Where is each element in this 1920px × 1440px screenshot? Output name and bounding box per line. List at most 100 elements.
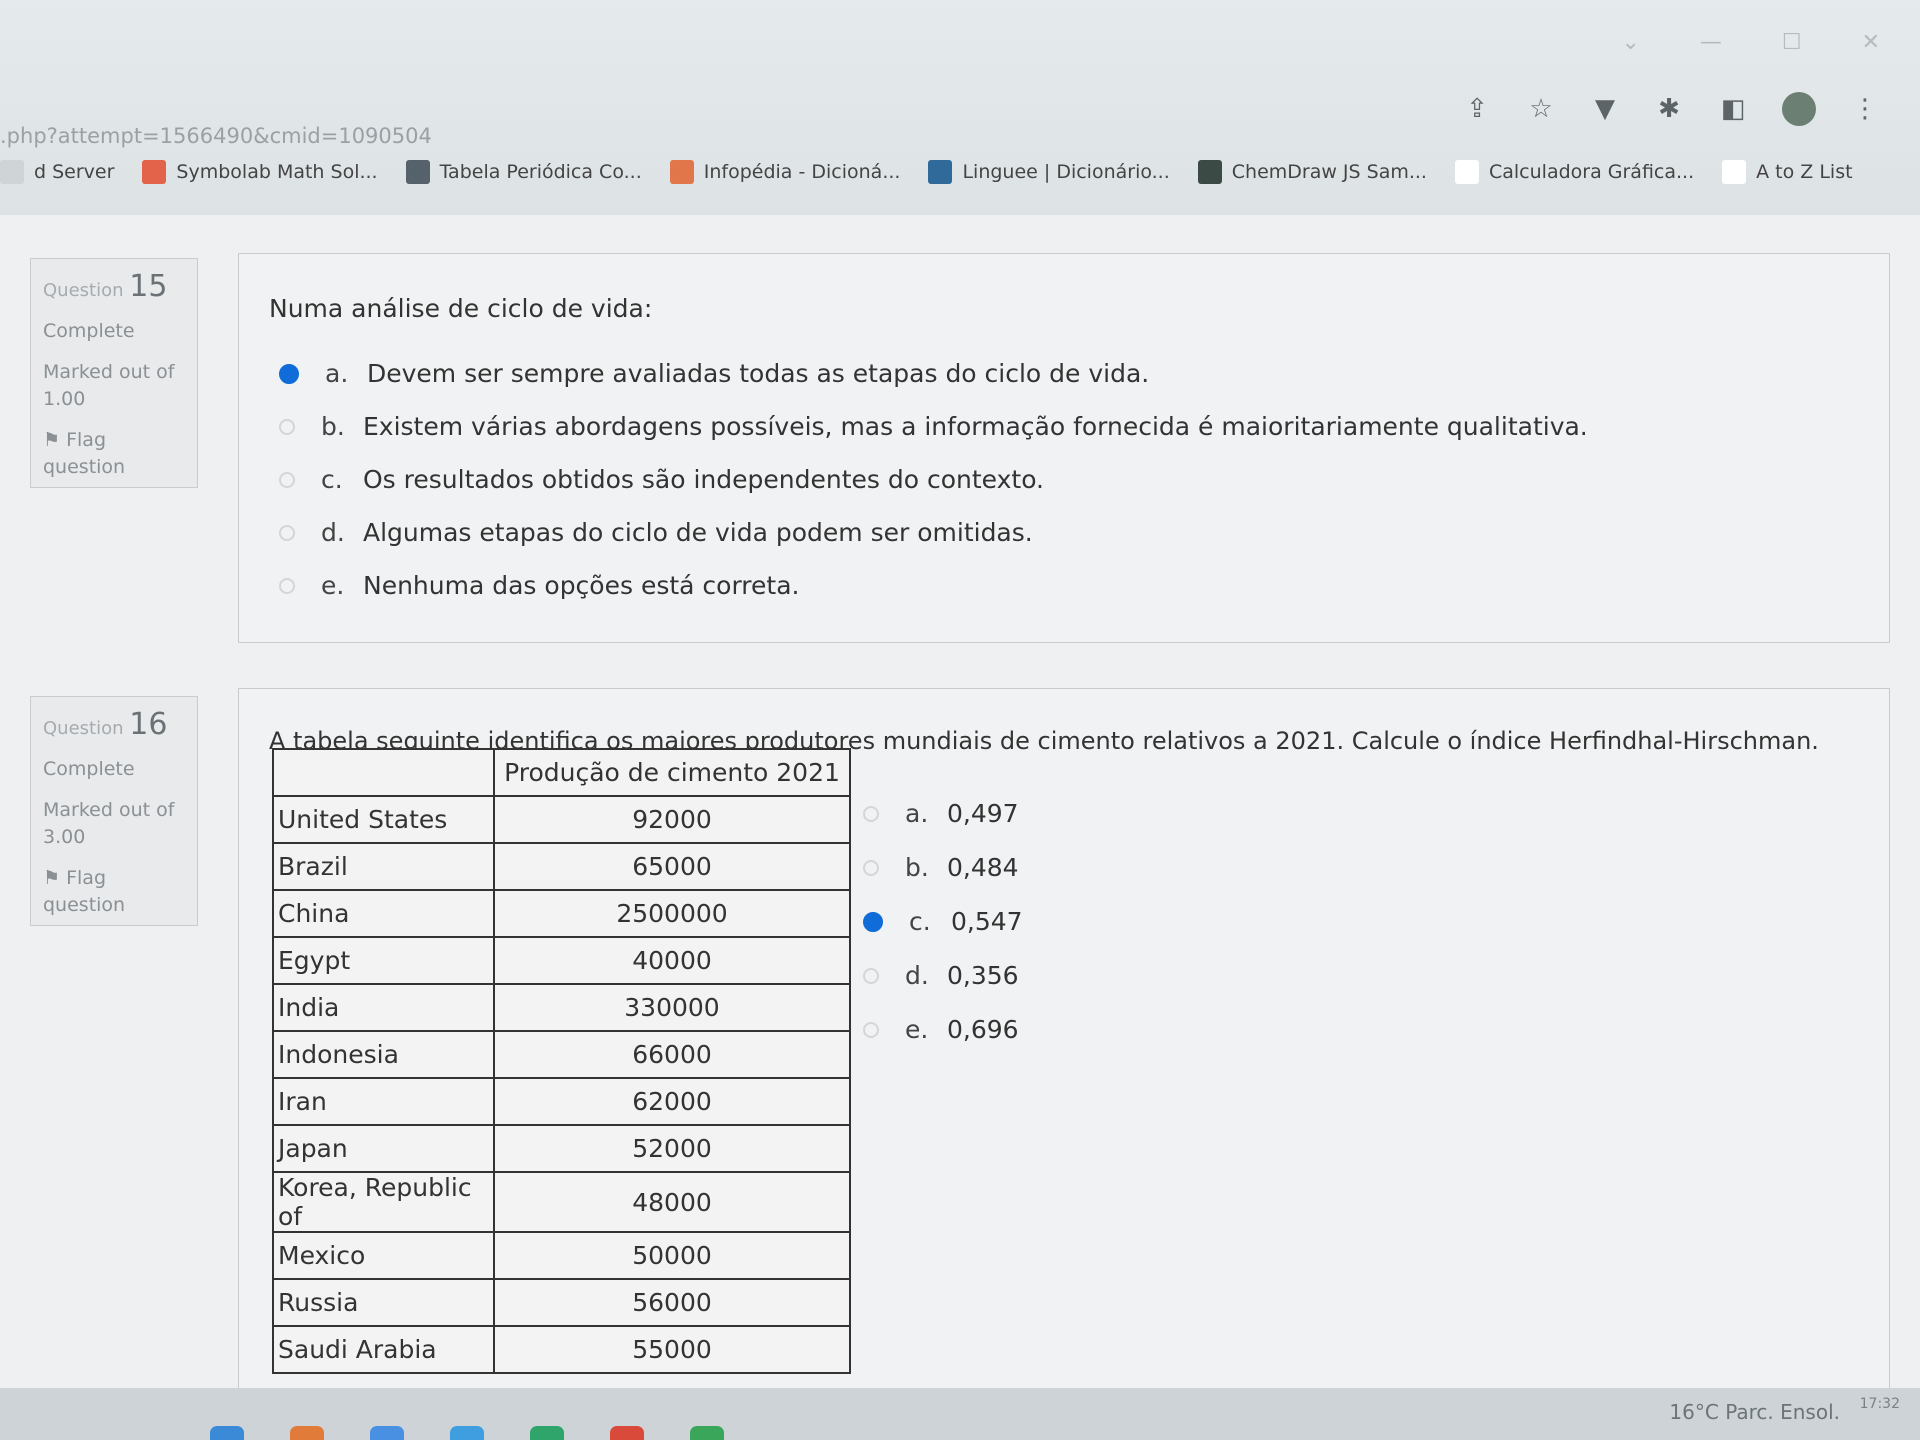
taskbar-app-icon[interactable] [210, 1426, 244, 1440]
radio-button[interactable] [863, 911, 883, 932]
country-cell: United States [272, 795, 495, 844]
country-cell: India [272, 983, 495, 1032]
country-cell: Saudi Arabia [272, 1325, 495, 1374]
production-cell: 62000 [493, 1077, 851, 1126]
option-letter: a. [325, 359, 349, 388]
option-text: Devem ser sempre avaliadas todas as etap… [367, 359, 1150, 388]
close-window-icon[interactable]: ✕ [1862, 30, 1880, 55]
option-letter: c. [909, 907, 931, 936]
server-icon [0, 160, 24, 184]
bookmark-label: A to Z List [1756, 161, 1853, 183]
browser-chrome: ⌄ — ☐ ✕ .php?attempt=1566490&cmid=109050… [0, 0, 1920, 215]
option-letter: c. [321, 465, 343, 494]
option-text: 0,484 [947, 853, 1019, 882]
table-row: Iran 62000 [272, 1077, 851, 1126]
profile-avatar[interactable] [1782, 92, 1816, 126]
quiz-page: Question 15 Complete Marked out of 1.00 ⚑… [0, 218, 1920, 1408]
taskbar-app-icon[interactable] [610, 1426, 644, 1440]
answer-option-b[interactable]: b. 0,484 [863, 853, 1019, 882]
taskbar-app-icon[interactable] [450, 1426, 484, 1440]
table-row: China 2500000 [272, 889, 851, 938]
cement-production-table: Produção de cimento 2021 United States 92… [272, 748, 851, 1374]
radio-button[interactable] [279, 363, 299, 384]
production-cell: 48000 [493, 1171, 851, 1233]
table-row: Saudi Arabia 55000 [272, 1325, 851, 1374]
tab-list-icon[interactable]: ⌄ [1621, 30, 1639, 55]
production-cell: 330000 [493, 983, 851, 1032]
maximize-icon[interactable]: ☐ [1782, 30, 1802, 55]
radio-button[interactable] [279, 418, 295, 435]
production-cell: 56000 [493, 1278, 851, 1327]
extension-v-icon[interactable]: ▼ [1590, 94, 1620, 124]
production-cell: 55000 [493, 1325, 851, 1374]
radio-button[interactable] [279, 524, 295, 541]
answer-option-c[interactable]: c. 0,547 [863, 907, 1023, 936]
bookmark-label: Calculadora Gráfica... [1488, 161, 1695, 183]
radio-button[interactable] [863, 805, 879, 822]
table-row: Korea, Republic of 48000 [272, 1171, 851, 1233]
flag-icon: ⚑ [43, 867, 61, 889]
table-row: India 330000 [272, 983, 851, 1032]
radio-button[interactable] [279, 471, 295, 488]
question-15-box: Numa análise de ciclo de vida: a. Devem s… [238, 253, 1890, 643]
extensions-puzzle-icon[interactable]: ✱ [1654, 94, 1684, 124]
side-panel-icon[interactable]: ◧ [1718, 94, 1748, 124]
weather-status[interactable]: 16°C Parc. Ensol. [1669, 1400, 1840, 1424]
production-cell: 50000 [493, 1231, 851, 1280]
symbolab-icon [142, 160, 167, 184]
production-cell: 66000 [493, 1030, 851, 1079]
production-cell: 52000 [493, 1124, 851, 1173]
flag-question-link[interactable]: ⚑ Flag question [43, 427, 185, 481]
clock[interactable]: 17:32 [1860, 1396, 1900, 1412]
table-row: Egypt 40000 [272, 936, 851, 985]
bookmark-item[interactable]: Calculadora Gráfica... [1454, 160, 1695, 184]
address-bar-url[interactable]: .php?attempt=1566490&cmid=1090504 [0, 124, 432, 148]
radio-button[interactable] [279, 577, 295, 594]
bookmark-item[interactable]: Symbolab Math Sol... [142, 160, 378, 184]
linguee-icon [928, 160, 953, 184]
taskbar-app-icon[interactable] [530, 1426, 564, 1440]
table-header-country [272, 748, 495, 797]
country-cell: China [272, 889, 495, 938]
answer-option-b[interactable]: b. Existem várias abordagens possíveis, m… [279, 412, 1588, 441]
bookmark-item[interactable]: Tabela Periódica Co... [405, 160, 642, 184]
question-marks: Marked out of 3.00 [43, 799, 175, 848]
flag-question-link[interactable]: ⚑ Flag question [43, 865, 185, 919]
answer-option-c[interactable]: c. Os resultados obtidos são independente… [279, 465, 1044, 494]
option-letter: a. [905, 799, 929, 828]
taskbar-app-icon[interactable] [370, 1426, 404, 1440]
bookmark-item[interactable]: d Server [0, 160, 114, 184]
country-cell: Iran [272, 1077, 495, 1126]
answer-option-a[interactable]: a. Devem ser sempre avaliadas todas as et… [279, 359, 1149, 388]
bookmark-item[interactable]: A to Z List [1722, 160, 1853, 184]
browser-toolbar: ⇪ ☆ ▼ ✱ ◧ ⋮ [1462, 92, 1880, 126]
bookmark-item[interactable]: ChemDraw JS Sam... [1197, 160, 1427, 184]
radio-button[interactable] [863, 967, 879, 984]
more-menu-icon[interactable]: ⋮ [1850, 94, 1880, 124]
question-16-info: Question 16 Complete Marked out of 3.00 ⚑… [30, 696, 198, 926]
answer-option-a[interactable]: a. 0,497 [863, 799, 1019, 828]
option-letter: b. [905, 853, 929, 882]
answer-option-d[interactable]: d. Algumas etapas do ciclo de vida podem … [279, 518, 1033, 547]
periodic-table-icon [405, 160, 430, 184]
country-cell: Brazil [272, 842, 495, 891]
answer-option-e[interactable]: e. 0,696 [863, 1015, 1019, 1044]
country-cell: Indonesia [272, 1030, 495, 1079]
country-cell: Russia [272, 1278, 495, 1327]
answer-option-e[interactable]: e. Nenhuma das opções está correta. [279, 571, 800, 600]
taskbar-app-icon[interactable] [290, 1426, 324, 1440]
bookmark-item[interactable]: Infopédia - Dicioná... [669, 160, 900, 184]
production-cell: 65000 [493, 842, 851, 891]
radio-button[interactable] [863, 1021, 879, 1038]
question-number: Question 16 [43, 707, 168, 742]
answer-option-d[interactable]: d. 0,356 [863, 961, 1019, 990]
bookmark-item[interactable]: Linguee | Dicionário... [928, 160, 1170, 184]
table-header-row: Produção de cimento 2021 [272, 748, 851, 797]
option-text: Os resultados obtidos são independentes … [363, 465, 1044, 494]
bookmark-star-icon[interactable]: ☆ [1526, 94, 1556, 124]
minimize-icon[interactable]: — [1700, 30, 1722, 55]
table-row: Russia 56000 [272, 1278, 851, 1327]
radio-button[interactable] [863, 859, 879, 876]
taskbar-app-icon[interactable] [690, 1426, 724, 1440]
share-icon[interactable]: ⇪ [1462, 94, 1492, 124]
